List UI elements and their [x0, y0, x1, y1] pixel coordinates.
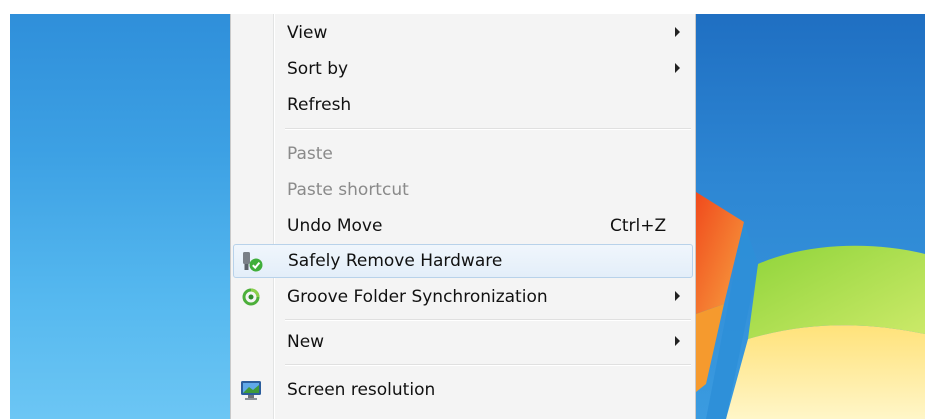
menu-separator: [285, 364, 691, 366]
desktop-context-menu: View Sort by Refresh Paste Paste shortcu…: [230, 14, 696, 419]
menu-item-label: Screen resolution: [287, 380, 436, 400]
menu-item-paste-shortcut[interactable]: Paste shortcut: [233, 173, 693, 207]
screenshot-frame: View Sort by Refresh Paste Paste shortcu…: [0, 0, 925, 419]
menu-item-refresh[interactable]: Refresh: [233, 88, 693, 122]
submenu-arrow-icon: [675, 63, 680, 73]
desktop-background-left[interactable]: [10, 14, 230, 419]
menu-item-label: Sort by: [287, 59, 349, 79]
usb-eject-icon: [240, 250, 264, 274]
menu-item-label: Groove Folder Synchronization: [287, 287, 548, 307]
menu-item-view[interactable]: View: [233, 16, 693, 50]
menu-item-label: New: [287, 332, 325, 352]
menu-item-label: Paste: [287, 144, 333, 164]
menu-item-label: Undo Move: [287, 216, 383, 236]
menu-item-label: View: [287, 23, 328, 43]
menu-item-label: Paste shortcut: [287, 180, 409, 200]
menu-item-shortcut: Ctrl+Z: [610, 216, 667, 236]
groove-sync-icon: [239, 285, 263, 309]
menu-separator: [285, 319, 691, 321]
windows-logo-wallpaper: [696, 192, 925, 419]
submenu-arrow-icon: [675, 336, 680, 346]
menu-separator: [285, 128, 691, 130]
monitor-icon: [239, 378, 263, 402]
menu-item-undo-move[interactable]: Undo Move Ctrl+Z: [233, 209, 693, 243]
menu-item-groove-folder-sync[interactable]: Groove Folder Synchronization: [233, 280, 693, 314]
menu-item-label: Refresh: [287, 95, 352, 115]
desktop-background-right[interactable]: [696, 14, 925, 419]
menu-item-new[interactable]: New: [233, 325, 693, 359]
submenu-arrow-icon: [675, 291, 680, 301]
menu-item-label: Safely Remove Hardware: [288, 251, 503, 271]
menu-item-safely-remove-hardware[interactable]: Safely Remove Hardware: [233, 244, 693, 278]
submenu-arrow-icon: [675, 27, 680, 37]
menu-item-sort-by[interactable]: Sort by: [233, 52, 693, 86]
menu-item-paste[interactable]: Paste: [233, 137, 693, 171]
menu-item-screen-resolution[interactable]: Screen resolution: [233, 373, 693, 407]
